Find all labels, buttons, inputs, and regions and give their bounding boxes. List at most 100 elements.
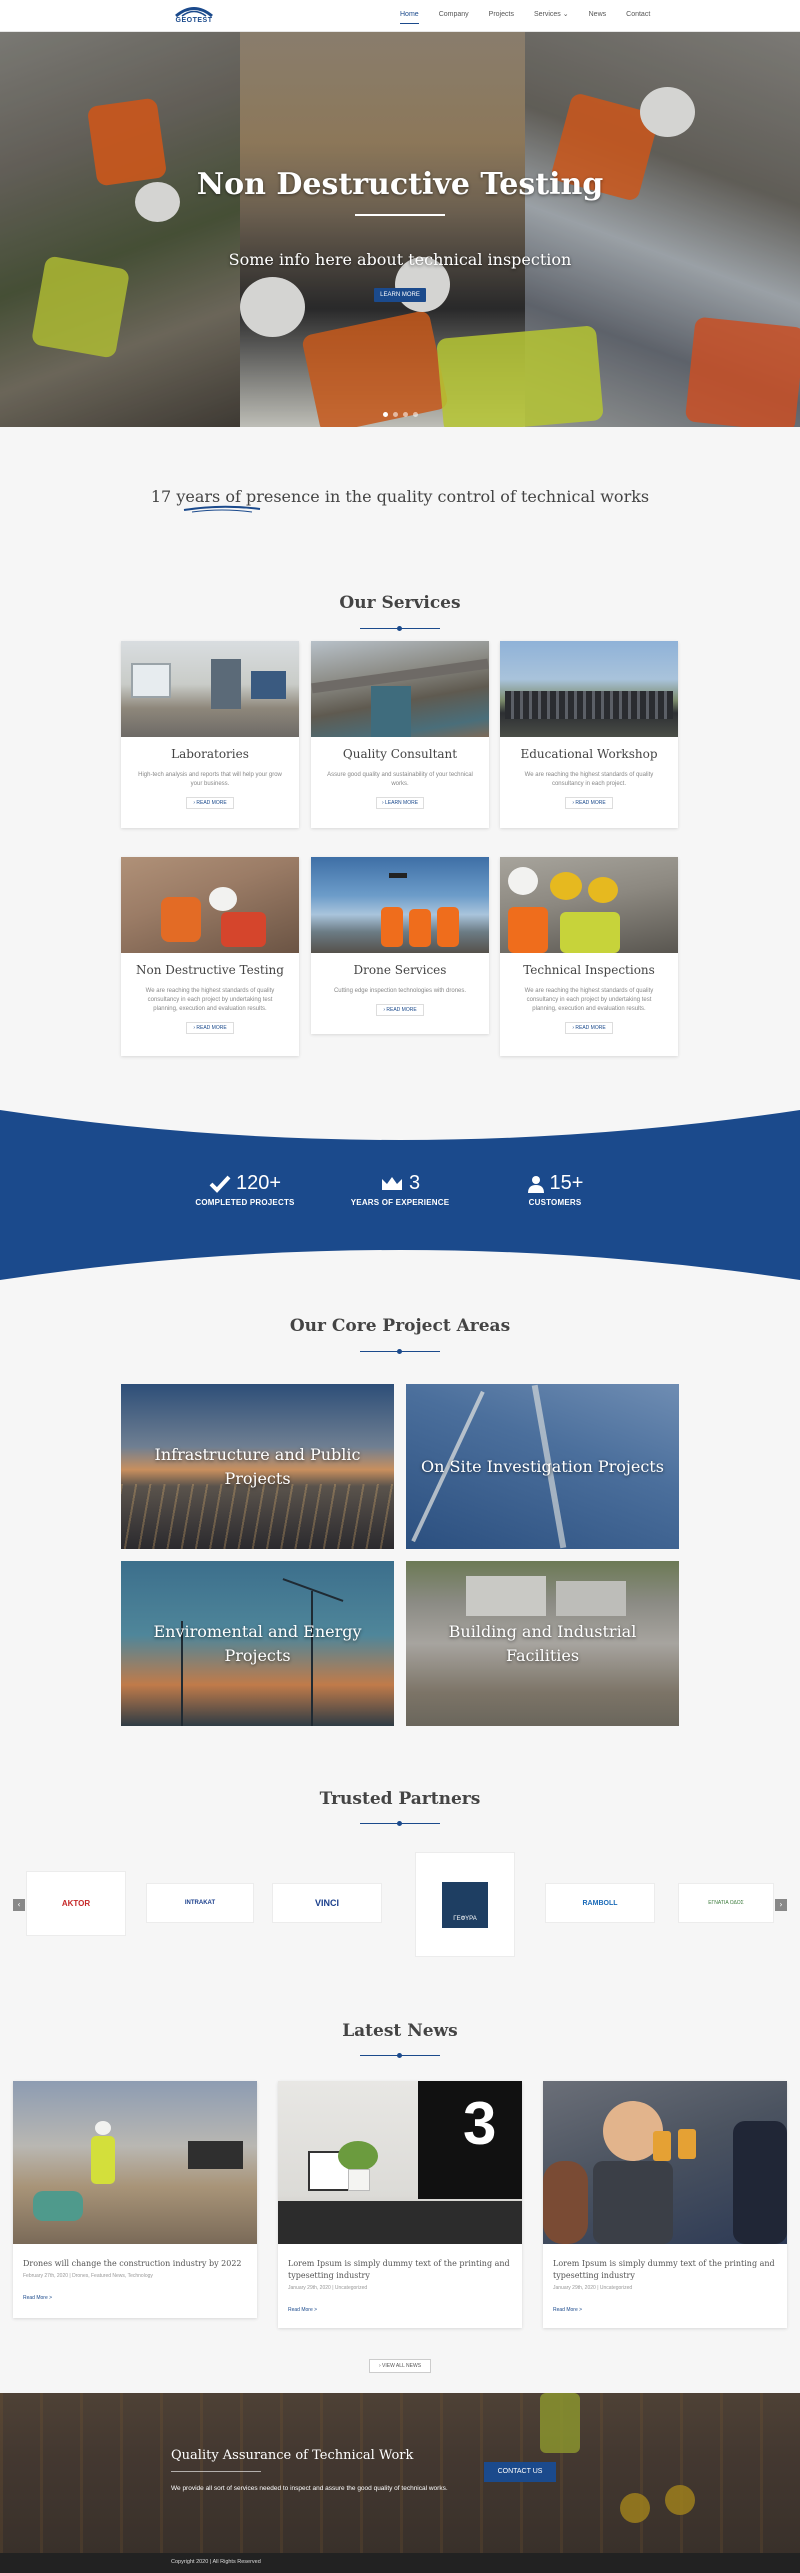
person-right xyxy=(733,2121,787,2244)
service-card[interactable]: Educational Workshop We are reaching the… xyxy=(500,641,678,828)
partner-badge: ΓΕΦΥΡΑ xyxy=(442,1881,488,1928)
user-icon xyxy=(527,1175,544,1193)
view-all-news-button[interactable]: › VIEW ALL NEWS xyxy=(369,2359,431,2373)
partner-name: INTRAKAT xyxy=(184,1900,216,1906)
partner-logo-vinci[interactable]: VINCI xyxy=(272,1883,382,1923)
partner-logo-gefyra[interactable]: ΓΕΦΥΡΑ xyxy=(415,1852,515,1957)
service-card[interactable]: Technical Inspections We are reaching th… xyxy=(500,857,678,1056)
news-card[interactable]: Drones will change the construction indu… xyxy=(13,2081,257,2318)
service-card-desc: We are reaching the highest standards of… xyxy=(524,772,654,787)
nav-contact[interactable]: Contact xyxy=(616,0,660,32)
news-card-title[interactable]: Lorem Ipsum is simply dummy text of the … xyxy=(278,2258,522,2282)
cta-title: Quality Assurance of Technical Work xyxy=(171,2448,414,2463)
partner-logo-egnatia[interactable]: ΕΓΝΑΤΙΑ ΟΔΟΣ xyxy=(678,1883,774,1923)
stat-label: YEARS OF EXPERIENCE xyxy=(350,1198,450,1207)
nav-projects[interactable]: Projects xyxy=(479,0,524,32)
excavator xyxy=(188,2141,243,2169)
stat-completed-projects: 120+ COMPLETED PROJECTS xyxy=(180,1172,310,1207)
nav-services[interactable]: Services ⌄ xyxy=(524,0,579,32)
read-more-button[interactable]: › READ MORE xyxy=(565,797,613,809)
cta-overlay xyxy=(0,2393,800,2553)
stat-value: 3 xyxy=(408,1172,421,1194)
partner-logo-ramboll[interactable]: RAMBOLL xyxy=(545,1883,655,1923)
contact-us-button[interactable]: CONTACT US xyxy=(484,2462,556,2482)
nav-home[interactable]: Home xyxy=(390,0,429,32)
view-all-label: VIEW ALL NEWS xyxy=(382,2363,422,2369)
read-more-link[interactable]: Read More > xyxy=(543,2307,787,2313)
read-more-button[interactable]: › READ MORE xyxy=(565,1022,613,1034)
project-tile-label: Enviromental and Energy Projects xyxy=(153,1621,362,1665)
carousel-next-button[interactable]: › xyxy=(775,1899,787,1911)
project-tile[interactable]: Infrastructure and Public Projects xyxy=(121,1384,394,1549)
cta-divider xyxy=(171,2471,261,2472)
drone-services-image xyxy=(311,857,489,953)
partner-name: ΓΕΦΥΡΑ xyxy=(453,1915,477,1922)
service-card[interactable]: Drone Services Cutting edge inspection t… xyxy=(311,857,489,1034)
service-card-desc: Cutting edge inspection technologies wit… xyxy=(333,988,467,994)
plant xyxy=(338,2141,378,2171)
hero-subtitle: Some info here about technical inspectio… xyxy=(228,250,572,269)
hero-slider: Non Destructive Testing Some info here a… xyxy=(0,32,800,427)
non-destructive-testing-image xyxy=(121,857,299,953)
hero-divider xyxy=(355,214,445,216)
worker-vest xyxy=(91,2136,115,2184)
learn-more-label: LEARN MORE xyxy=(385,800,419,806)
project-tile-label: On Site Investigation Projects xyxy=(421,1456,664,1476)
news-card-title[interactable]: Drones will change the construction indu… xyxy=(13,2258,257,2270)
project-tile[interactable]: On Site Investigation Projects xyxy=(406,1384,679,1549)
read-more-button[interactable]: › READ MORE xyxy=(376,1004,424,1016)
news-card[interactable]: 3 Lorem Ipsum is simply dummy text of th… xyxy=(278,2081,522,2328)
slider-dot[interactable] xyxy=(402,412,408,417)
read-more-button[interactable]: › READ MORE xyxy=(186,1022,234,1034)
read-more-link[interactable]: Read More > xyxy=(13,2295,257,2301)
news-card-title[interactable]: Lorem Ipsum is simply dummy text of the … xyxy=(543,2258,787,2282)
copyright-text: Copyright 2020 | All Rights Reserved xyxy=(171,2559,261,2565)
section-divider xyxy=(360,1349,440,1355)
service-card-title: Educational Workshop xyxy=(520,747,658,761)
person-left xyxy=(543,2161,588,2244)
building-roof xyxy=(556,1581,626,1616)
site-footer: Copyright 2020 | All Rights Reserved xyxy=(0,2553,800,2573)
logo[interactable]: GEOTEST xyxy=(174,5,214,27)
quality-consultant-image xyxy=(311,641,489,737)
slider-dots xyxy=(0,412,800,417)
partner-logo-aktor[interactable]: AKTOR xyxy=(26,1871,126,1936)
stat-customers: 15+ CUSTOMERS xyxy=(490,1172,620,1207)
service-card[interactable]: Non Destructive Testing We are reaching … xyxy=(121,857,299,1056)
nav-services-label: Services xyxy=(533,11,561,18)
service-card-desc: We are reaching the highest standards of… xyxy=(524,988,654,1012)
service-card[interactable]: Quality Consultant Assure good quality a… xyxy=(311,641,489,828)
partner-name: ΕΓΝΑΤΙΑ ΟΔΟΣ xyxy=(708,1900,744,1906)
slider-dot[interactable] xyxy=(412,412,418,417)
partner-name: VINCI xyxy=(314,1898,339,1908)
news-card-meta: February 27th, 2020 | Drones, Featured N… xyxy=(23,2273,153,2279)
read-more-link[interactable]: Read More > xyxy=(278,2307,522,2313)
partner-name: RAMBOLL xyxy=(582,1899,618,1907)
light-trails xyxy=(121,1484,394,1549)
news-card[interactable]: Lorem Ipsum is simply dummy text of the … xyxy=(543,2081,787,2328)
carousel-prev-button[interactable]: ‹ xyxy=(13,1899,25,1911)
stat-value: 120+ xyxy=(235,1172,282,1194)
news-people-image xyxy=(543,2081,787,2244)
learn-more-button[interactable]: › LEARN MORE xyxy=(376,797,424,809)
read-more-button[interactable]: › READ MORE xyxy=(186,797,234,809)
brush-underline-icon xyxy=(183,505,261,513)
slider-dot[interactable] xyxy=(382,412,388,417)
nav-company[interactable]: Company xyxy=(429,0,479,32)
services-title: Our Services xyxy=(339,593,461,613)
service-card[interactable]: Laboratories High-tech analysis and repo… xyxy=(121,641,299,828)
beer-glass xyxy=(678,2129,696,2159)
slider-dot[interactable] xyxy=(392,412,398,417)
technical-inspections-image xyxy=(500,857,678,953)
project-tile[interactable]: Building and Industrial Facilities xyxy=(406,1561,679,1726)
desk xyxy=(278,2201,522,2244)
section-divider xyxy=(360,2053,440,2059)
project-tile[interactable]: Enviromental and Energy Projects xyxy=(121,1561,394,1726)
nav-news[interactable]: News xyxy=(579,0,617,32)
partner-logo-intrakat[interactable]: INTRAKAT xyxy=(146,1883,254,1923)
stat-label: CUSTOMERS xyxy=(528,1198,582,1207)
building-roof xyxy=(466,1576,546,1616)
news-title: Latest News xyxy=(342,2021,458,2041)
learn-more-button[interactable]: LEARN MORE xyxy=(374,288,426,302)
hero-title: Non Destructive Testing xyxy=(196,167,604,202)
